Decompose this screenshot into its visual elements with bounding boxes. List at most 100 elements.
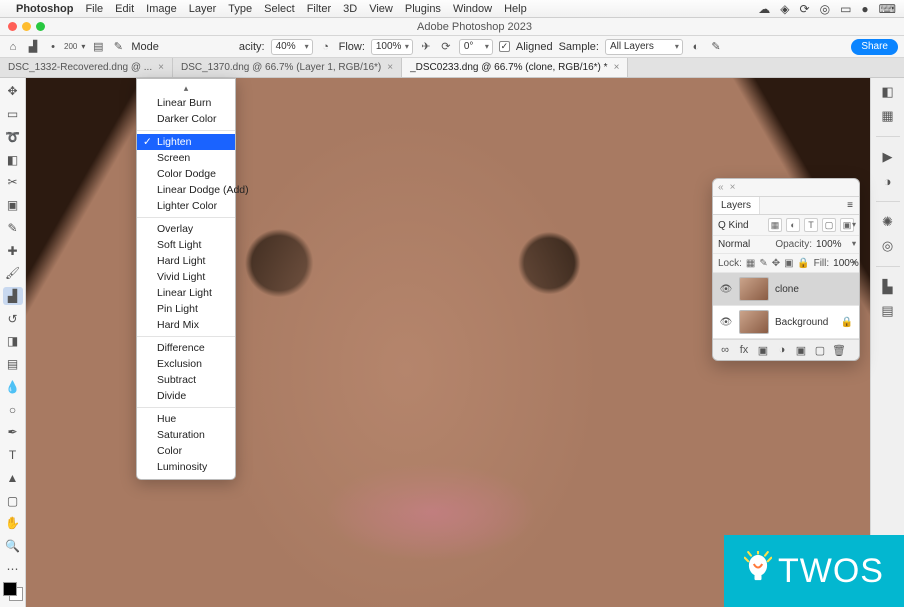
lock-artboard-icon[interactable]: ▣ [784,257,793,269]
pressure-opacity-icon[interactable]: ◔ [319,40,333,54]
brush-panel-icon[interactable]: ✎ [111,40,125,54]
layer-row-clone[interactable]: 👁 clone [713,273,859,306]
close-icon[interactable]: × [387,62,393,73]
path-select-tool[interactable]: ▲ [3,468,23,487]
tool-preset-stamp-icon[interactable]: ▟ [26,40,40,54]
move-tool[interactable]: ✥ [3,82,23,101]
histogram-panel-icon[interactable]: ▙ [880,279,896,295]
eyedropper-tool[interactable]: ✎ [3,218,23,237]
status-battery-icon[interactable]: ▭ [840,2,851,16]
menu-item-exclusion[interactable]: Exclusion [137,356,235,372]
ignore-adjustments-icon[interactable]: ◐ [689,40,703,54]
visibility-eye-icon[interactable]: 👁 [719,284,733,295]
layer-filter-kind[interactable]: Q Kind [718,220,764,231]
rectangle-tool[interactable]: ▢ [3,491,23,510]
pen-tool[interactable]: ✒︎ [3,423,23,442]
color-swatches[interactable] [3,582,23,601]
flow-dropdown[interactable]: 100% [371,39,413,55]
menu-edit[interactable]: Edit [115,3,134,15]
collapse-icon[interactable]: « [718,182,724,193]
document-tab-3[interactable]: _DSC0233.dng @ 66.7% (clone, RGB/16*) * … [402,58,628,77]
filter-pixel-icon[interactable]: ▦ [768,218,782,232]
scroll-up-icon[interactable]: ▴ [137,83,235,95]
layer-opacity-dropdown[interactable]: 100% [816,239,854,250]
close-icon[interactable]: × [158,62,164,73]
menu-plugins[interactable]: Plugins [405,3,441,15]
frame-tool[interactable]: ▣ [3,196,23,215]
menu-item-lighten[interactable]: Lighten [137,134,235,150]
close-icon[interactable]: × [730,182,736,193]
lock-pixels-icon[interactable]: ✎ [759,257,767,269]
layer-fx-icon[interactable]: fx [738,344,750,356]
status-updates-icon[interactable]: ◎ [820,2,830,16]
layer-mask-icon[interactable]: ▣ [757,344,769,356]
menu-item-linear-burn[interactable]: Linear Burn [137,95,235,111]
menu-image[interactable]: Image [146,3,177,15]
menu-item-subtract[interactable]: Subtract [137,372,235,388]
brush-settings-icon[interactable]: ▤ [91,40,105,54]
window-minimize-button[interactable] [22,22,31,31]
menu-filter[interactable]: Filter [307,3,331,15]
lock-transparent-icon[interactable]: ▦ [746,257,755,269]
close-icon[interactable]: × [614,62,620,73]
layer-thumbnail[interactable] [739,310,769,334]
clone-stamp-tool[interactable]: ▟ [3,287,23,306]
status-input-icon[interactable]: ⌨︎ [879,2,896,16]
menu-item-overlay[interactable]: Overlay [137,221,235,237]
status-shield-icon[interactable]: ◈ [780,2,789,16]
menu-3d[interactable]: 3D [343,3,357,15]
object-select-tool[interactable]: ◧ [3,150,23,169]
fill-dropdown[interactable]: 100% [833,258,859,269]
status-sync-icon[interactable]: ⟳ [800,2,810,16]
menu-item-linear-light[interactable]: Linear Light [137,285,235,301]
new-layer-icon[interactable]: ▢ [814,344,826,356]
history-panel-icon[interactable]: ▶ [880,149,896,165]
airbrush-icon[interactable]: ✈︎ [419,40,433,54]
opacity-dropdown[interactable]: 40% [271,39,313,55]
layer-thumbnail[interactable] [739,277,769,301]
layer-name[interactable]: clone [775,284,799,295]
lasso-tool[interactable]: ➰ [3,127,23,146]
menu-item-linear-dodge[interactable]: Linear Dodge (Add) [137,182,235,198]
menu-item-color-dodge[interactable]: Color Dodge [137,166,235,182]
layers-panel[interactable]: « × Layers ≡ Q Kind ▦ ◐ T ▢ ▣ Normal Opa… [712,178,860,361]
document-tab-1[interactable]: DSC_1332-Recovered.dng @ ... × [0,58,173,77]
adjustment-layer-icon[interactable]: ◑ [776,344,788,356]
status-cloud-icon[interactable]: ☁︎ [758,2,770,16]
layer-blend-dropdown[interactable]: Normal [718,239,771,250]
home-icon[interactable]: ⌂ [6,40,20,54]
type-tool[interactable]: T [3,446,23,465]
link-layers-icon[interactable]: ∞ [719,344,731,356]
menu-item-lighter-color[interactable]: Lighter Color [137,198,235,214]
window-close-button[interactable] [8,22,17,31]
filter-shape-icon[interactable]: ▢ [822,218,836,232]
menu-layer[interactable]: Layer [189,3,217,15]
menu-help[interactable]: Help [504,3,527,15]
lock-icon[interactable]: 🔒 [841,317,853,328]
menu-select[interactable]: Select [264,3,295,15]
filter-type-icon[interactable]: T [804,218,818,232]
blur-tool[interactable]: 💧 [3,378,23,397]
gradient-tool[interactable]: ▤ [3,355,23,374]
dodge-tool[interactable]: ○ [3,400,23,419]
menu-file[interactable]: File [85,3,103,15]
brush-tool[interactable]: 🖌 [3,264,23,283]
filter-adjust-icon[interactable]: ◐ [786,218,800,232]
menu-item-saturation[interactable]: Saturation [137,427,235,443]
adjustments-panel-icon[interactable]: ✺ [880,214,896,230]
eraser-tool[interactable]: ◨ [3,332,23,351]
navigator-panel-icon[interactable]: ▤ [880,303,896,319]
document-tab-2[interactable]: DSC_1370.dng @ 66.7% (Layer 1, RGB/16*) … [173,58,402,77]
styles-panel-icon[interactable]: ◎ [880,238,896,254]
actions-panel-icon[interactable]: ◑ [880,173,896,189]
status-indicator-icon[interactable]: ● [861,2,868,16]
menu-item-divide[interactable]: Divide [137,388,235,404]
menu-item-soft-light[interactable]: Soft Light [137,237,235,253]
lock-position-icon[interactable]: ✥ [772,257,780,269]
menu-item-luminosity[interactable]: Luminosity [137,459,235,475]
menu-item-color[interactable]: Color [137,443,235,459]
tab-layers[interactable]: Layers [713,197,760,214]
edit-toolbar[interactable]: ⋯ [3,559,23,578]
menu-item-screen[interactable]: Screen [137,150,235,166]
menu-view[interactable]: View [369,3,393,15]
